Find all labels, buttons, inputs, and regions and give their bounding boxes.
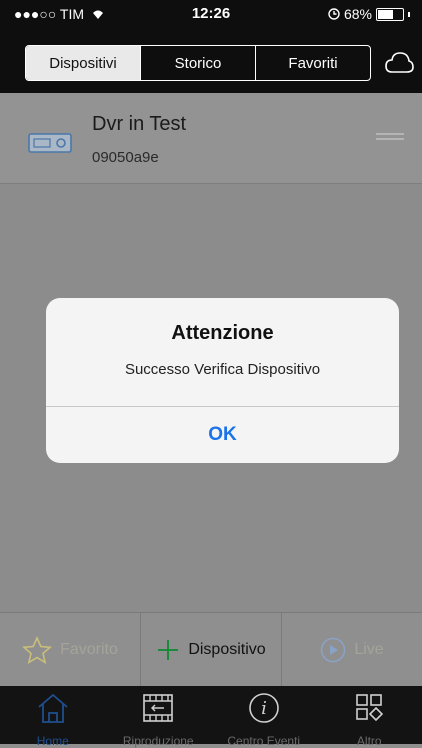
battery-percent: 68%	[344, 6, 372, 22]
svg-text:i: i	[261, 698, 267, 719]
favorite-button[interactable]: Favorito	[0, 613, 140, 687]
top-bar: ●●●○○ TIM 12:26 68% Dispositivi Storico …	[0, 0, 422, 93]
battery-fill	[378, 10, 393, 19]
tab-altro-label: Altro	[357, 734, 382, 748]
battery-tip	[408, 12, 410, 17]
tab-bar: Home Riproduzione i Centro Eventi Altro	[0, 686, 422, 744]
dvr-icon	[28, 133, 72, 153]
tab-favoriti-label: Favoriti	[288, 55, 337, 72]
add-device-label: Dispositivo	[188, 641, 265, 659]
tab-storico-label: Storico	[175, 55, 222, 72]
tab-dispositivi[interactable]: Dispositivi	[26, 46, 140, 80]
battery-indicator: 68%	[328, 6, 410, 22]
device-row[interactable]: Dvr in Test 09050a9e	[0, 93, 422, 184]
play-icon	[320, 637, 346, 663]
tab-home-label: Home	[37, 734, 69, 748]
tab-centro-eventi[interactable]: i Centro Eventi	[211, 686, 317, 744]
tab-storico[interactable]: Storico	[140, 46, 255, 80]
tab-altro[interactable]: Altro	[317, 686, 422, 744]
ok-button[interactable]: OK	[46, 407, 399, 463]
device-id: 09050a9e	[92, 149, 159, 166]
film-icon	[141, 692, 175, 724]
home-icon	[36, 692, 70, 724]
battery-icon	[376, 8, 404, 21]
star-icon	[22, 636, 52, 664]
status-bar: ●●●○○ TIM 12:26 68%	[0, 0, 422, 30]
reorder-icon[interactable]	[376, 133, 404, 141]
grid-icon	[352, 692, 386, 724]
tab-favoriti[interactable]: Favoriti	[255, 46, 370, 80]
live-label: Live	[354, 641, 383, 659]
segmented-control: Dispositivi Storico Favoriti	[25, 45, 371, 81]
tab-riproduzione[interactable]: Riproduzione	[106, 686, 212, 744]
plus-icon	[156, 638, 180, 662]
add-device-button[interactable]: Dispositivo	[140, 613, 281, 687]
tab-riproduzione-label: Riproduzione	[123, 734, 194, 748]
favorite-label: Favorito	[60, 641, 118, 659]
device-name: Dvr in Test	[92, 113, 186, 136]
info-icon: i	[247, 692, 281, 724]
alert-dialog: Attenzione Successo Verifica Dispositivo…	[46, 298, 399, 463]
alert-title: Attenzione	[46, 322, 399, 345]
tab-dispositivi-label: Dispositivi	[49, 55, 117, 72]
alarm-icon	[328, 8, 340, 20]
action-bar: Favorito Dispositivo Live	[0, 612, 422, 687]
tab-home[interactable]: Home	[0, 686, 106, 744]
tab-centro-eventi-label: Centro Eventi	[227, 734, 300, 748]
live-button[interactable]: Live	[281, 613, 422, 687]
alert-message: Successo Verifica Dispositivo	[46, 361, 399, 378]
cloud-icon[interactable]	[384, 50, 414, 76]
